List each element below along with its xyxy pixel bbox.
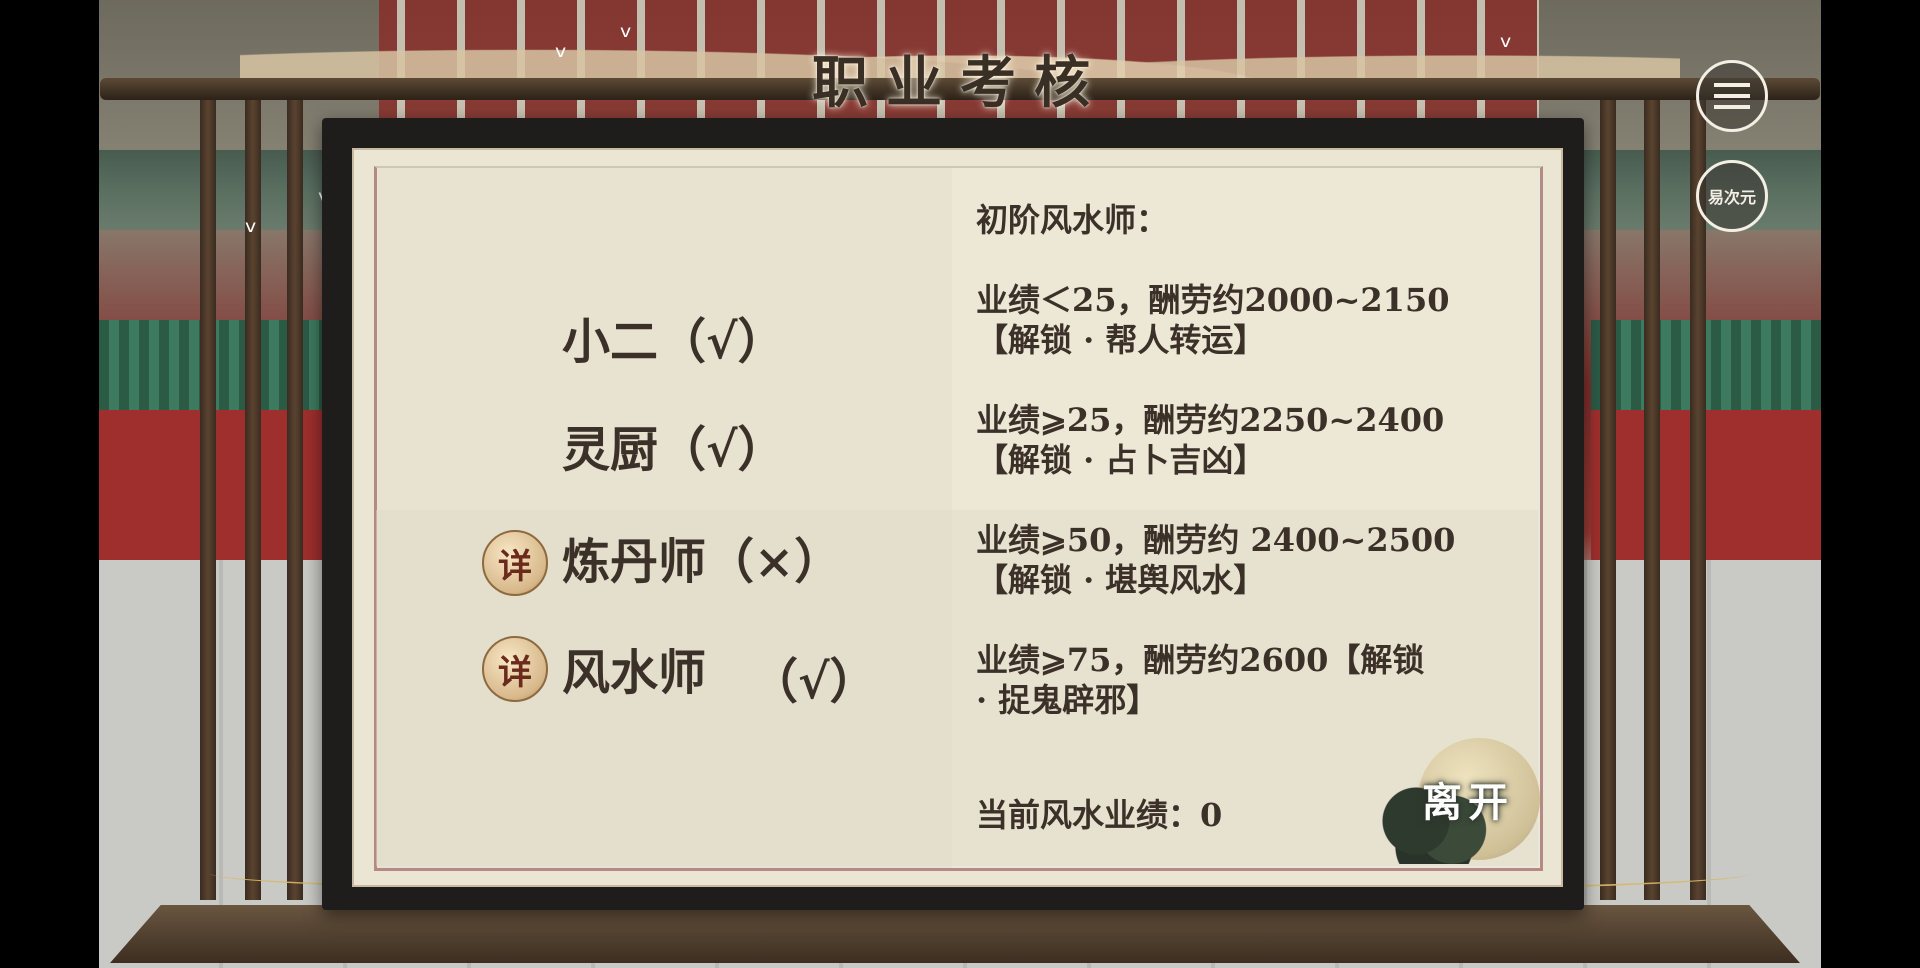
- tier-info: 业绩⩾75，酬劳约2600【解锁 · 捉鬼辟邪】: [976, 640, 1516, 720]
- tier-info: 业绩＜25，酬劳约2000~2150 【解锁 · 帮人转运】: [976, 280, 1516, 360]
- tier-unlock: 【解锁 · 堪舆风水】: [976, 561, 1266, 599]
- frame-post: [287, 100, 303, 900]
- detail-button-liandan[interactable]: 详: [482, 530, 548, 596]
- job-liandan: 炼丹师（×）: [562, 534, 843, 590]
- tier-unlock: 【解锁 · 占卜吉凶】: [976, 441, 1266, 479]
- frame-base: [110, 905, 1800, 963]
- background-wall-right: [1591, 410, 1821, 560]
- game-logo-icon: 易次元: [1707, 188, 1756, 207]
- leave-button[interactable]: 离开: [1380, 738, 1540, 866]
- frame-post: [1644, 100, 1660, 900]
- background-roof-tiles-right: [1591, 320, 1821, 410]
- job-lingchu: 灵厨（√）: [562, 422, 786, 478]
- bird-icon: ᵛ: [245, 215, 258, 250]
- tier-requirement: 业绩⩾50，酬劳约 2400~2500: [976, 521, 1456, 559]
- tier-unlock: · 捉鬼辟邪】: [976, 681, 1159, 719]
- job-fengshui: 风水师: [562, 645, 707, 701]
- job-xiaoer: 小二（√）: [562, 314, 786, 370]
- tier-requirement: 业绩＜25，酬劳约2000~2150: [976, 281, 1450, 319]
- menu-lines-icon: [1714, 83, 1750, 109]
- frame-post: [1690, 100, 1706, 900]
- info-heading: 初阶风水师：: [976, 201, 1169, 239]
- job-fengshui-status: （√）: [750, 654, 878, 710]
- frame-post: [200, 100, 216, 900]
- tier-info: 业绩⩾25，酬劳约2250~2400 【解锁 · 占卜吉凶】: [976, 400, 1516, 480]
- menu-button[interactable]: [1696, 60, 1768, 132]
- logo-button[interactable]: 易次元: [1696, 160, 1768, 232]
- page-title: 职业考核: [812, 50, 1108, 116]
- frame-post: [1600, 100, 1616, 900]
- tier-requirement: 业绩⩾75，酬劳约2600【解锁: [976, 641, 1425, 679]
- detail-button-fengshui[interactable]: 详: [482, 636, 548, 702]
- leave-label: 离开: [1422, 779, 1514, 826]
- tier-requirement: 业绩⩾25，酬劳约2250~2400: [976, 401, 1445, 439]
- tier-unlock: 【解锁 · 帮人转运】: [976, 321, 1266, 359]
- tier-info: 业绩⩾50，酬劳约 2400~2500 【解锁 · 堪舆风水】: [976, 520, 1516, 600]
